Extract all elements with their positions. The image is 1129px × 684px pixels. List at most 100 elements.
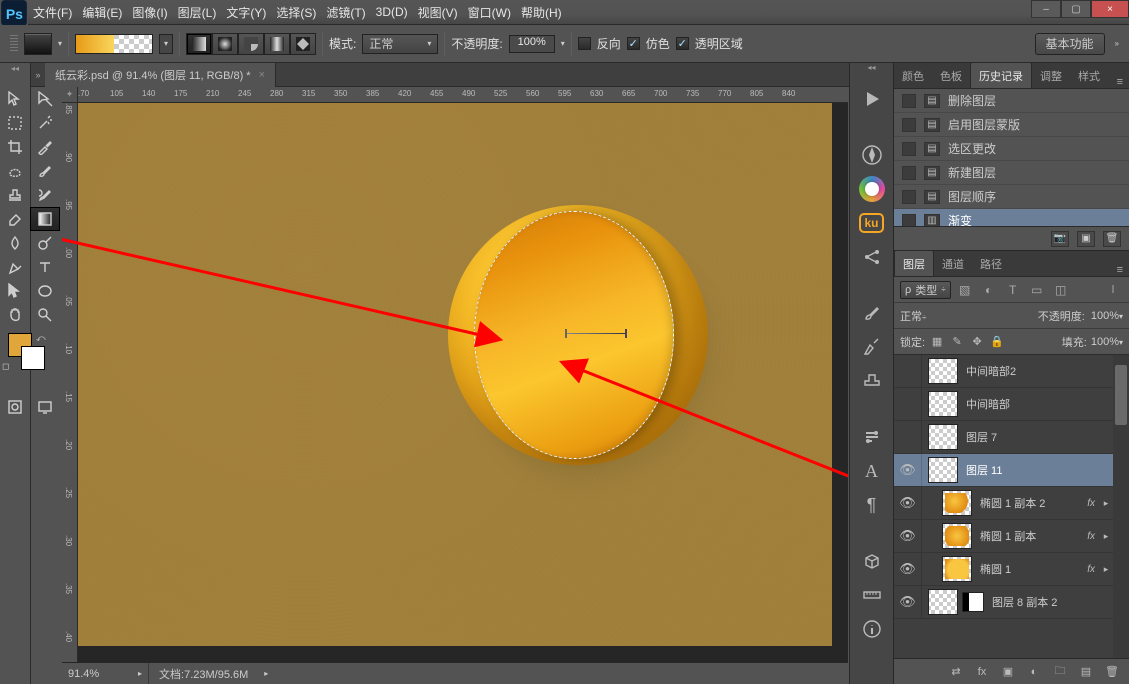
crop-tool[interactable] [0,135,30,159]
canvas[interactable] [78,103,832,646]
horizontal-ruler[interactable]: .701051401752102452803153503854204554905… [78,87,848,103]
layer-name[interactable]: 图层 11 [966,462,1113,478]
layer-row[interactable]: 👁 图层 8 副本 2 [894,586,1129,619]
camera-icon[interactable]: 📷 [1051,231,1069,247]
menu-window[interactable]: 窗口(W) [463,0,516,24]
trash-icon[interactable]: 🗑 [1103,664,1121,680]
layer-row[interactable]: 👁 图层 11 [894,454,1129,487]
background-color[interactable] [21,346,45,370]
filter-toggle[interactable]: ⏽ [1103,281,1123,299]
layer-list[interactable]: 中间暗部2 中间暗部 图层 7 👁 图层 11 👁 [894,355,1129,658]
layer-name[interactable]: 椭圆 1 [980,561,1087,577]
window-minimize[interactable]: – [1031,0,1061,18]
history-item[interactable]: ▥ 渐变 [894,209,1129,226]
tab-paths[interactable]: 路径 [972,251,1010,276]
chevron-down-icon[interactable]: ▾ [58,39,62,48]
zoom-level[interactable]: 91.4% [62,668,132,680]
layer-row[interactable]: 中间暗部 [894,388,1129,421]
vertical-ruler[interactable]: .85.90.95.00.05.10.15.20.25.30.35.40 [62,103,78,662]
layer-scrollbar[interactable] [1113,355,1129,658]
link-layers-icon[interactable]: ⇄ [947,664,965,680]
layer-thumbnail[interactable] [942,556,972,582]
layer-thumbnail[interactable] [928,391,958,417]
tool-preset-picker[interactable] [24,33,52,55]
gradient-diamond[interactable] [290,33,316,55]
patch-tool[interactable] [0,159,30,183]
document-tab[interactable]: 纸云彩.psd @ 91.4% (图层 11, RGB/8) * × [45,63,276,87]
layer-thumbnail[interactable] [928,358,958,384]
layer-row[interactable]: 中间暗部2 [894,355,1129,388]
window-maximize[interactable]: ▢ [1061,0,1091,18]
tab-history[interactable]: 历史记录 [970,62,1032,88]
layer-name[interactable]: 中间暗部 [966,396,1113,412]
layer-thumbnail[interactable] [928,589,958,615]
close-icon[interactable]: × [259,69,265,81]
opacity-input[interactable]: 100% [509,35,555,53]
layer-visibility-toggle[interactable] [894,421,922,453]
layer-filter-kind[interactable]: ρ 类型 ÷ [900,281,951,299]
layer-visibility-toggle[interactable]: 👁 [894,487,922,519]
docinfo-menu-icon[interactable]: ▸ [258,669,274,678]
gradient-picker-toggle[interactable]: ▾ [159,34,173,54]
history-item[interactable]: ▤ 删除图层 [894,89,1129,113]
hand-tool[interactable] [0,303,30,327]
history-item[interactable]: ▤ 新建图层 [894,161,1129,185]
marquee-tool[interactable] [0,111,30,135]
pen-tool[interactable] [0,255,30,279]
menu-3d[interactable]: 3D(D) [371,0,413,24]
tab-channels[interactable]: 通道 [934,251,972,276]
doc-expand-toggle[interactable]: » [31,63,45,87]
lock-all-icon[interactable]: 🔒 [989,334,1005,350]
layer-row[interactable]: 图层 7 [894,421,1129,454]
lock-position-icon[interactable]: ✥ [969,334,985,350]
menu-view[interactable]: 视图(V) [413,0,463,24]
layer-row[interactable]: 👁 椭圆 1 副本 2 fx ▸ [894,487,1129,520]
lock-transparency-icon[interactable]: ▦ [929,334,945,350]
layer-blend-mode[interactable]: 正常÷ [900,308,976,324]
blend-mode-select[interactable]: 正常▾ [362,34,438,54]
gradient-angle[interactable] [238,33,264,55]
type-tool[interactable] [30,255,60,279]
menu-image[interactable]: 图像(I) [127,0,172,24]
layer-row[interactable]: 👁 椭圆 1 副本 fx ▸ [894,520,1129,553]
tab-layers[interactable]: 图层 [894,250,934,276]
filter-adjust-icon[interactable]: ◐ [979,281,999,299]
reverse-checkbox[interactable] [578,37,591,50]
eyedropper-tool[interactable] [30,135,60,159]
history-item[interactable]: ▤ 选区更改 [894,137,1129,161]
measurement-icon[interactable] [855,581,889,609]
tab-color[interactable]: 颜色 [894,63,932,88]
panel-menu-icon[interactable]: ≡ [1111,264,1129,276]
window-close[interactable]: × [1091,0,1129,18]
zoom-menu-icon[interactable]: ▸ [132,669,148,678]
layer-visibility-toggle[interactable] [894,355,922,387]
tab-styles[interactable]: 样式 [1070,63,1108,88]
menu-filter[interactable]: 滤镜(T) [321,0,370,24]
panel-menu-icon[interactable]: ≡ [1111,76,1129,88]
layer-visibility-toggle[interactable]: 👁 [894,454,922,486]
new-snapshot-icon[interactable]: ▣ [1077,231,1095,247]
layer-mask-icon[interactable]: ▣ [999,664,1017,680]
history-brush-source[interactable] [902,94,916,108]
properties-icon[interactable] [855,423,889,451]
layer-expand-icon[interactable]: ▸ [1099,498,1113,509]
layer-visibility-toggle[interactable]: 👁 [894,553,922,585]
layer-thumbnail[interactable] [942,523,972,549]
move-tool[interactable] [0,87,30,111]
lock-pixels-icon[interactable]: ✎ [949,334,965,350]
new-fill-layer-icon[interactable]: ◐ [1025,664,1043,680]
chevron-down-icon[interactable]: ▾ [561,39,565,48]
history-brush-source[interactable] [902,214,916,227]
menu-layer[interactable]: 图层(L) [173,0,222,24]
filter-pixel-icon[interactable]: ▧ [955,281,975,299]
filter-smart-icon[interactable]: ◫ [1051,281,1071,299]
clone-source-icon[interactable] [855,367,889,395]
kuler-icon[interactable]: ku [855,209,889,237]
layer-fill-input[interactable]: 100%▾ [1091,336,1123,348]
paragraph-icon[interactable]: ¶ [855,491,889,519]
new-group-icon[interactable]: 🗀 [1051,664,1069,680]
history-brush-source[interactable] [902,118,916,132]
toolbox-expand-toggle[interactable]: ◂◂ [0,63,30,73]
layer-opacity-input[interactable]: 100%▾ [1091,310,1123,322]
gradient-radial[interactable] [212,33,238,55]
